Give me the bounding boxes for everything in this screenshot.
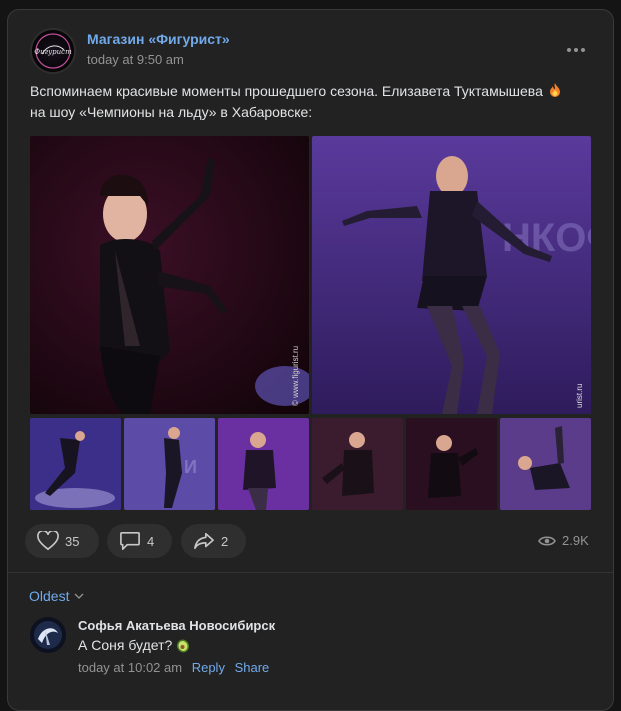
photo-1[interactable]: © www.figurist.ru	[30, 136, 309, 414]
comment-time[interactable]: today at 10:02 am	[78, 660, 182, 675]
chevron-down-icon	[75, 593, 84, 599]
post-text: Вспоминаем красивые моменты прошедшего с…	[30, 81, 595, 123]
comment-meta: today at 10:02 am Reply Share	[78, 660, 269, 675]
comment-text: А Соня будет?	[78, 637, 191, 653]
photo-2-watermark: urist.ru	[575, 384, 584, 408]
comments-divider	[8, 572, 613, 573]
comment-text-body: А Соня будет?	[78, 637, 173, 653]
comment-icon	[120, 532, 140, 550]
share-count: 2	[221, 533, 229, 549]
comment-count: 4	[147, 533, 155, 549]
thumbnail-1[interactable]	[30, 418, 121, 510]
post-card: Фигурист Магазин «Фигурист» today at 9:5…	[7, 9, 614, 711]
comment-author[interactable]: Софья Акатьева Новосибирск	[78, 618, 275, 633]
eye-icon	[538, 535, 556, 546]
avocado-emoji	[177, 639, 190, 653]
post-text-line1: Вспоминаем красивые моменты прошедшего с…	[30, 83, 543, 99]
avatar-logo-text: Фигурист	[34, 48, 72, 56]
svg-text:И: И	[184, 457, 197, 477]
comment-button[interactable]: 4	[107, 524, 172, 558]
post-text-line2: на шоу «Чемпионы на льду» в Хабаровске:	[30, 104, 313, 120]
post-author[interactable]: Магазин «Фигурист»	[87, 31, 230, 47]
share-link[interactable]: Share	[235, 660, 270, 675]
heart-icon	[37, 531, 59, 551]
share-icon	[194, 532, 214, 550]
comments-sort[interactable]: Oldest	[29, 588, 84, 604]
share-button[interactable]: 2	[181, 524, 246, 558]
reply-link[interactable]: Reply	[192, 660, 225, 675]
community-avatar[interactable]: Фигурист	[30, 28, 76, 74]
views-counter: 2.9K	[538, 533, 589, 548]
views-count: 2.9K	[562, 533, 589, 548]
more-dots-icon[interactable]	[567, 40, 589, 60]
thumbnail-5[interactable]	[406, 418, 497, 510]
thumbnail-2[interactable]: И	[124, 418, 215, 510]
thumbnail-6[interactable]	[500, 418, 591, 510]
like-count: 35	[65, 533, 80, 549]
like-button[interactable]: 35	[25, 524, 99, 558]
photo-2[interactable]: НКОФ urist.ru	[312, 136, 591, 414]
photo-1-watermark: © www.figurist.ru	[291, 346, 300, 406]
thumbnail-3[interactable]	[218, 418, 309, 510]
thumbnail-4[interactable]	[312, 418, 403, 510]
fire-emoji	[549, 83, 560, 97]
post-time[interactable]: today at 9:50 am	[87, 52, 184, 67]
sort-label: Oldest	[29, 588, 70, 604]
comment-avatar[interactable]	[30, 617, 66, 653]
